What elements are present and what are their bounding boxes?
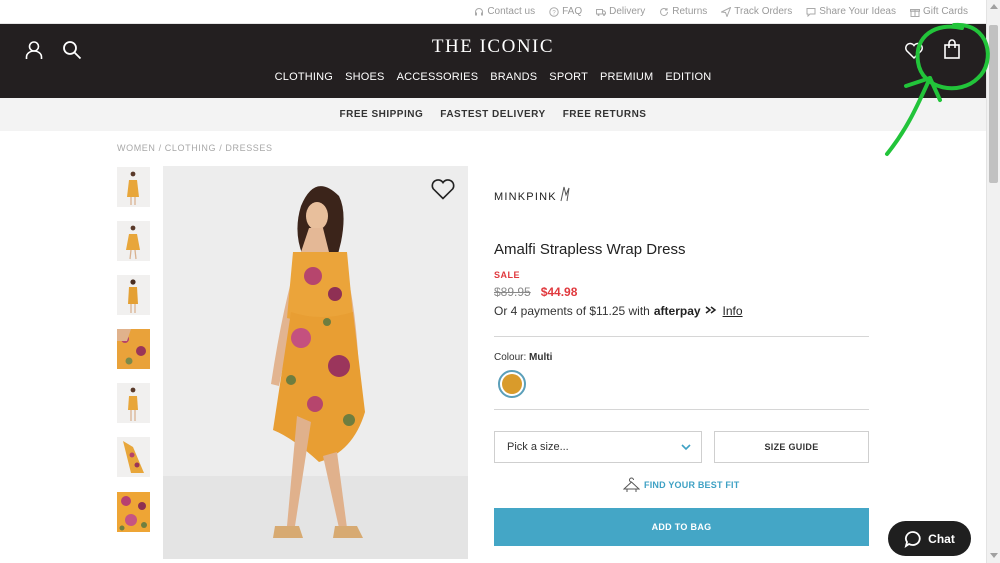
wishlist-icon[interactable] (904, 41, 924, 61)
promo-free-shipping[interactable]: FREE SHIPPING (340, 109, 424, 120)
util-share-ideas[interactable]: Share Your Ideas (806, 6, 896, 17)
thumbnail-1[interactable] (117, 167, 150, 207)
site-header: THE ICONIC CLOTHING SHOES ACCESSORIES BR… (0, 24, 986, 98)
size-guide-button[interactable]: SIZE GUIDE (714, 431, 869, 463)
afterpay-arrows-icon (705, 306, 716, 314)
util-label: FAQ (562, 6, 583, 17)
price-row: $89.95 $44.98 (494, 285, 577, 299)
model-photo (163, 166, 468, 559)
nav-sport[interactable]: SPORT (543, 71, 594, 83)
swatch-fill (502, 374, 522, 394)
main-product-image[interactable] (163, 166, 468, 559)
promo-bar: FREE SHIPPING FASTEST DELIVERY FREE RETU… (0, 98, 986, 131)
util-label: Track Orders (734, 6, 793, 17)
nav-accessories[interactable]: ACCESSORIES (391, 71, 485, 83)
brand-logo[interactable]: MINKPINK (494, 185, 571, 203)
return-icon (660, 7, 669, 16)
nav-premium[interactable]: PREMIUM (594, 71, 659, 83)
util-returns[interactable]: Returns (659, 6, 707, 17)
brand-name: MINKPINK (494, 191, 557, 203)
add-to-bag-button[interactable]: ADD TO BAG (494, 508, 869, 546)
divider (494, 336, 869, 337)
scroll-thumb[interactable] (989, 25, 998, 183)
promo-fastest-delivery[interactable]: FASTEST DELIVERY (440, 109, 545, 120)
util-label: Returns (672, 6, 708, 17)
thumbnail-2[interactable] (117, 221, 150, 261)
chat-icon (904, 530, 921, 548)
nav-clothing[interactable]: CLOTHING (269, 71, 339, 83)
sale-price: $44.98 (540, 285, 578, 299)
divider (494, 409, 869, 410)
promo-free-returns[interactable]: FREE RETURNS (563, 109, 647, 120)
send-icon (721, 6, 732, 17)
product-title: Amalfi Strapless Wrap Dress (494, 241, 686, 258)
nav-edition[interactable]: EDITION (659, 71, 717, 83)
util-contact-us[interactable]: Contact us (474, 6, 535, 17)
colour-swatch[interactable] (498, 370, 526, 398)
thumbnail-3[interactable] (117, 275, 150, 315)
afterpay-logo: afterpay (653, 304, 701, 318)
scroll-down-arrow-icon[interactable] (990, 553, 998, 558)
util-track-orders[interactable]: Track Orders (721, 6, 792, 17)
util-faq[interactable]: ? FAQ (549, 6, 582, 17)
gift-icon (909, 8, 920, 17)
sale-badge: SALE (494, 270, 521, 280)
colour-value: Multi (529, 352, 553, 363)
add-to-wishlist-icon[interactable] (430, 177, 456, 201)
util-label: Delivery (609, 6, 646, 17)
chevron-down-icon (681, 444, 691, 451)
util-label: Share Your Ideas (819, 6, 896, 17)
shopping-bag-icon[interactable] (942, 39, 962, 59)
brand-mark-icon (560, 186, 570, 202)
thumbnail-7[interactable] (117, 492, 150, 532)
page-scrollbar[interactable] (986, 0, 1000, 563)
question-icon: ? (549, 6, 559, 17)
fit-label: FIND YOUR BEST FIT (644, 480, 740, 490)
chat-button[interactable]: Chat (888, 521, 971, 556)
util-delivery[interactable]: Delivery (596, 6, 645, 17)
util-label: Gift Cards (922, 6, 968, 17)
afterpay-info-link[interactable]: Info (723, 304, 743, 318)
colour-label: Colour: Multi (494, 352, 553, 363)
util-label: Contact us (487, 6, 536, 17)
breadcrumb[interactable]: WOMEN / CLOTHING / DRESSES (117, 143, 273, 153)
chat-bubble-icon (806, 7, 816, 17)
product-page: Contact us ? FAQ Delivery Returns Track … (0, 0, 1000, 563)
original-price: $89.95 (494, 285, 531, 299)
headset-icon (475, 7, 484, 15)
nav-brands[interactable]: BRANDS (484, 71, 543, 83)
util-gift-cards[interactable]: Gift Cards (909, 6, 968, 17)
thumbnail-6[interactable] (117, 437, 150, 477)
utility-bar: Contact us ? FAQ Delivery Returns Track … (0, 0, 986, 24)
find-best-fit-link[interactable]: FIND YOUR BEST FIT (623, 477, 739, 493)
nav-shoes[interactable]: SHOES (339, 71, 391, 83)
afterpay-row: Or 4 payments of $11.25 with afterpay In… (494, 304, 743, 318)
thumbnail-4[interactable] (117, 329, 150, 369)
truck-icon (596, 8, 607, 16)
thumbnail-5[interactable] (117, 383, 150, 423)
size-placeholder: Pick a size... (507, 441, 569, 453)
afterpay-text: Or 4 payments of $11.25 with (494, 304, 650, 318)
hanger-icon (623, 477, 640, 492)
chat-label: Chat (928, 531, 955, 546)
size-dropdown[interactable]: Pick a size... (494, 431, 702, 463)
scroll-up-arrow-icon[interactable] (990, 4, 998, 9)
main-nav: CLOTHING SHOES ACCESSORIES BRANDS SPORT … (0, 71, 986, 83)
site-logo[interactable]: THE ICONIC (0, 36, 986, 58)
